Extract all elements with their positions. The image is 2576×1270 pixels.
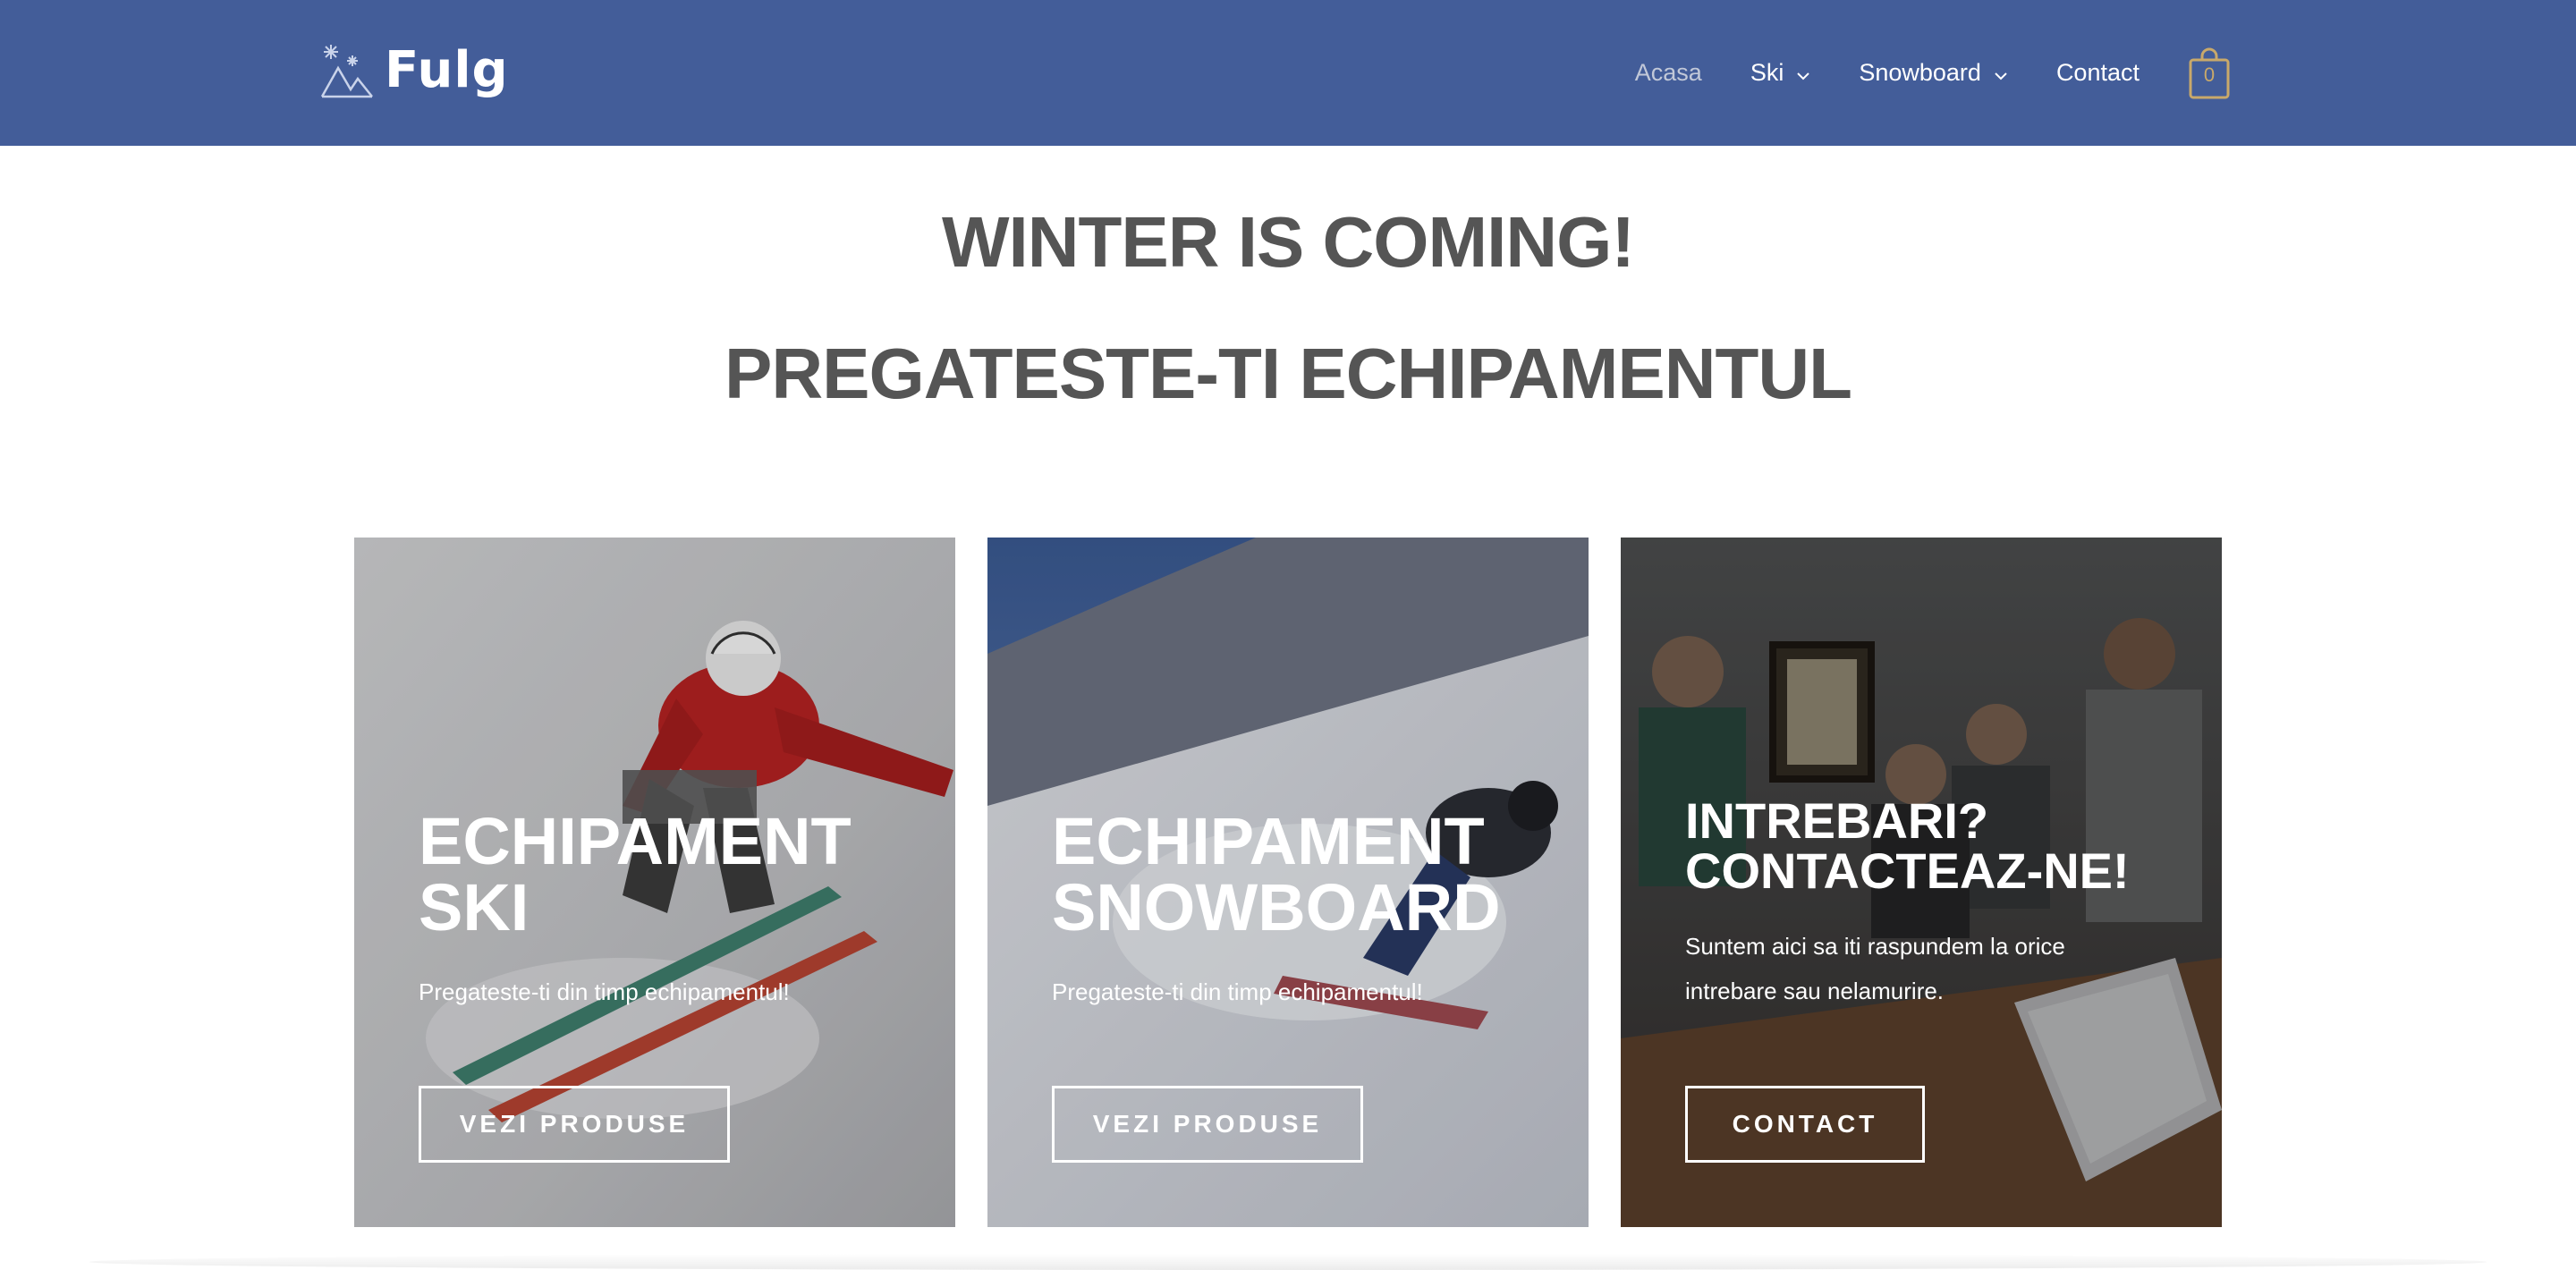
- nav-item-snowboard[interactable]: Snowboard: [1859, 59, 2008, 87]
- nav-label: Acasa: [1634, 59, 1702, 86]
- site-header: Fulg Acasa Ski Snowboard Contact 0: [0, 0, 2576, 146]
- card-text: Pregateste-ti din timp echipamentul!: [1052, 978, 1423, 1005]
- contact-button[interactable]: CONTACT: [1685, 1086, 1925, 1163]
- nav-label: Snowboard: [1859, 59, 1981, 86]
- hero-title: WINTER IS COMING!: [941, 202, 1635, 282]
- mountain-snowflake-icon: [320, 45, 373, 98]
- cart-count: 0: [2203, 63, 2216, 86]
- logo[interactable]: Fulg: [320, 39, 509, 102]
- bottom-shadow: [89, 1254, 2487, 1270]
- card-text-line: Suntem aici sa iti raspundem la orice: [1685, 933, 2065, 960]
- card-title-line: CONTACTEAZ-NE!: [1685, 842, 2130, 899]
- chevron-down-icon: [1796, 59, 1810, 87]
- vezi-produse-snowboard-button[interactable]: VEZI PRODUSE: [1052, 1086, 1363, 1163]
- card-title-line: SNOWBOARD: [1052, 870, 1501, 944]
- card-title-line: ECHIPAMENT: [419, 804, 852, 878]
- card-text-line: intrebare sau nelamurire.: [1685, 978, 1945, 1004]
- card-contact: INTREBARI? CONTACTEAZ-NE! Suntem aici sa…: [1621, 538, 2222, 1227]
- main-nav: Acasa Ski Snowboard Contact 0: [1587, 0, 2231, 146]
- card-title: INTREBARI? CONTACTEAZ-NE!: [1685, 796, 2130, 896]
- card-ski: ECHIPAMENT SKI Pregateste-ti din timp ec…: [354, 538, 955, 1227]
- hero-subtitle: PREGATESTE-TI ECHIPAMENTUL: [724, 334, 1852, 413]
- card-text: Pregateste-ti din timp echipamentul!: [419, 978, 790, 1005]
- card-title-line: ECHIPAMENT: [1052, 804, 1485, 878]
- card-title: ECHIPAMENT SKI: [419, 809, 852, 941]
- vezi-produse-ski-button[interactable]: VEZI PRODUSE: [419, 1086, 730, 1163]
- nav-item-ski[interactable]: Ski: [1750, 59, 1811, 87]
- chevron-down-icon: [1994, 59, 2008, 87]
- cart-button[interactable]: 0: [2188, 47, 2231, 99]
- card-text: Suntem aici sa iti raspundem la orice in…: [1685, 924, 2065, 1013]
- nav-item-contact[interactable]: Contact: [2056, 59, 2140, 87]
- card-title-line: SKI: [419, 870, 530, 944]
- nav-item-acasa[interactable]: Acasa: [1635, 59, 1702, 87]
- card-snowboard: ECHIPAMENT SNOWBOARD Pregateste-ti din t…: [987, 538, 1589, 1227]
- nav-label: Contact: [2055, 59, 2140, 86]
- logo-text: Fulg: [385, 41, 509, 99]
- card-title: ECHIPAMENT SNOWBOARD: [1052, 809, 1501, 941]
- card-title-line: INTREBARI?: [1685, 792, 1989, 849]
- nav-label: Ski: [1750, 59, 1784, 86]
